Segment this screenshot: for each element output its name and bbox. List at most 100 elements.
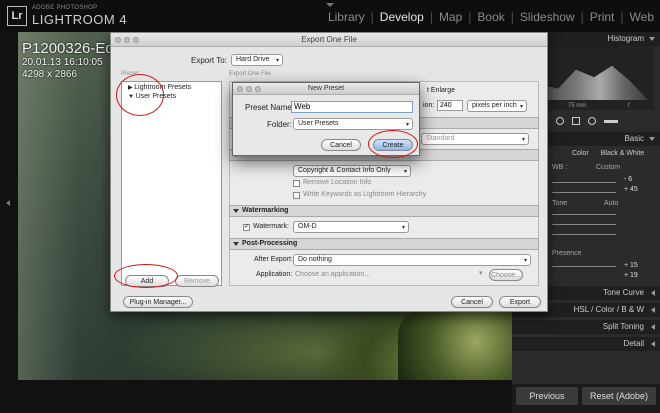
filmstrip-area [18,380,512,413]
export-button[interactable]: Export [499,296,541,308]
red-eye-icon[interactable] [588,117,596,125]
photo-filename: P1200326-Ed [22,40,114,57]
left-panel-collapsed [0,32,18,413]
slider-track[interactable] [552,192,616,193]
module-develop[interactable]: Develop [380,10,424,24]
panel-toggle-top-icon[interactable] [326,3,334,7]
folder-select[interactable]: User Presets ▾ [293,118,413,130]
presence-label: Presence [552,250,582,257]
resolution-unit-select[interactable]: pixels per inch ▾ [467,100,527,112]
popup-arrows-icon: ▾ [405,122,409,128]
slider-track[interactable] [552,224,616,225]
export-dialog: Export One File Export To: Hard Drive ▾ P… [110,32,548,312]
previous-button[interactable]: Previous [516,387,578,405]
watermarking-title: Watermarking [242,207,289,214]
close-window-icon[interactable] [115,37,121,43]
reset-button[interactable]: Reset (Adobe) [582,387,656,405]
expand-icon [651,307,655,313]
resolution-input[interactable]: 240 [437,100,463,111]
module-web[interactable]: Web [630,10,654,24]
metadata-value: Copyright & Contact Info Only [298,167,391,174]
popup-arrows-icon: ▾ [275,58,279,64]
photo-datetime: 20.01.13 16:10:05 [22,57,103,68]
preset-name-input[interactable]: Web [291,101,413,113]
photo-info-overlay: P1200326-Ed 20.01.13 16:10:05 4298 x 286… [22,40,114,81]
disclosure-down-icon [233,209,239,213]
wb-value[interactable]: Custom [596,164,620,171]
histogram-focal-length: 75 mm [568,103,587,109]
tone-auto-button[interactable]: Auto [604,200,618,207]
split-toning-header[interactable]: Split Toning [512,320,660,334]
output-sharpening-amount-select[interactable]: Standard ▾ [421,133,529,145]
slider-track[interactable] [552,266,616,267]
collapse-icon [649,37,655,41]
enlarge-fragment: t Enlarge [427,87,456,94]
crop-icon[interactable] [572,117,580,125]
zoom-window-icon[interactable] [133,37,139,43]
tone-curve-title: Tone Curve [603,288,644,297]
tone-label: Tone [552,200,568,207]
bottom-button-bar: Previous Reset (Adobe) [512,384,660,413]
left-panel-toggle-icon[interactable] [6,200,10,206]
split-toning-title: Split Toning [602,322,644,331]
minimize-window-icon[interactable] [124,37,130,43]
resolution-label: ion: [423,102,435,109]
temp-value: - 6 [624,176,633,183]
application-field[interactable]: Choose an application... [293,269,479,281]
export-to-label: Export To: [191,56,227,65]
cancel-button[interactable]: Cancel [451,296,493,308]
tint-value: + 45 [624,186,638,193]
slider-track[interactable] [552,182,616,183]
clarity-value: + 15 [624,262,638,269]
expand-icon [651,341,655,347]
disclosure-down-icon [233,242,239,246]
watermark-value: OM-D [298,223,317,230]
slider-track[interactable] [552,234,616,235]
remove-preset-button[interactable]: Remove [175,275,219,287]
after-export-value: Do nothing [298,256,332,263]
module-print[interactable]: Print [590,10,615,24]
popup-arrows-icon: ▾ [521,137,525,143]
watermark-label: Watermark: [253,223,289,230]
collapse-icon [649,137,655,141]
watermark-checkbox[interactable]: ✓ [243,224,250,231]
postprocessing-header[interactable]: Post-Processing [229,238,539,250]
basic-title: Basic [624,134,644,143]
metadata-select[interactable]: Copyright & Contact Info Only ▾ [293,165,411,177]
postprocessing-title: Post-Processing [242,240,298,247]
vibrance-value: + 19 [624,272,638,279]
slider-track[interactable] [552,214,616,215]
hsl-title: HSL / Color / B & W [573,305,644,314]
module-picker: Library | Develop | Map | Book | Slideshow | … [327,10,654,24]
folder-label: Folder: [267,120,292,129]
module-library[interactable]: Library [328,10,365,24]
annotation-circle-create [368,130,418,158]
graduated-filter-icon[interactable] [604,119,618,123]
export-to-select[interactable]: Hard Drive ▾ [231,54,283,66]
zoom-window-icon[interactable] [255,86,261,92]
close-window-icon[interactable] [237,86,243,92]
histogram-title: Histogram [607,34,644,43]
application-dropdown-icon[interactable]: ▾ [479,269,483,277]
module-slideshow[interactable]: Slideshow [520,10,575,24]
remove-location-checkbox[interactable] [293,180,300,187]
module-map[interactable]: Map [439,10,462,24]
watermark-select[interactable]: OM-D ▾ [293,221,409,233]
choose-button[interactable]: Choose... [489,269,523,281]
wb-label: WB : [552,164,568,171]
treatment-color[interactable]: Color [572,150,589,157]
write-keywords-checkbox[interactable] [293,192,300,199]
write-keywords-label: Write Keywords as Lightroom Hierarchy [303,191,427,198]
standard-value: Standard [426,135,455,142]
detail-header[interactable]: Detail [512,337,660,351]
watermarking-header[interactable]: Watermarking [229,205,539,217]
after-export-select[interactable]: Do nothing ▾ [293,254,531,266]
minimize-window-icon[interactable] [246,86,252,92]
plugin-manager-button[interactable]: Plug-in Manager... [123,296,193,308]
new-preset-cancel-button[interactable]: Cancel [321,139,361,151]
vendor-label: ADOBE PHOTOSHOP [32,5,98,11]
spot-removal-icon[interactable] [556,117,564,125]
treatment-bw[interactable]: Black & White [601,150,645,157]
application-label: Application: [256,271,293,278]
module-book[interactable]: Book [477,10,504,24]
